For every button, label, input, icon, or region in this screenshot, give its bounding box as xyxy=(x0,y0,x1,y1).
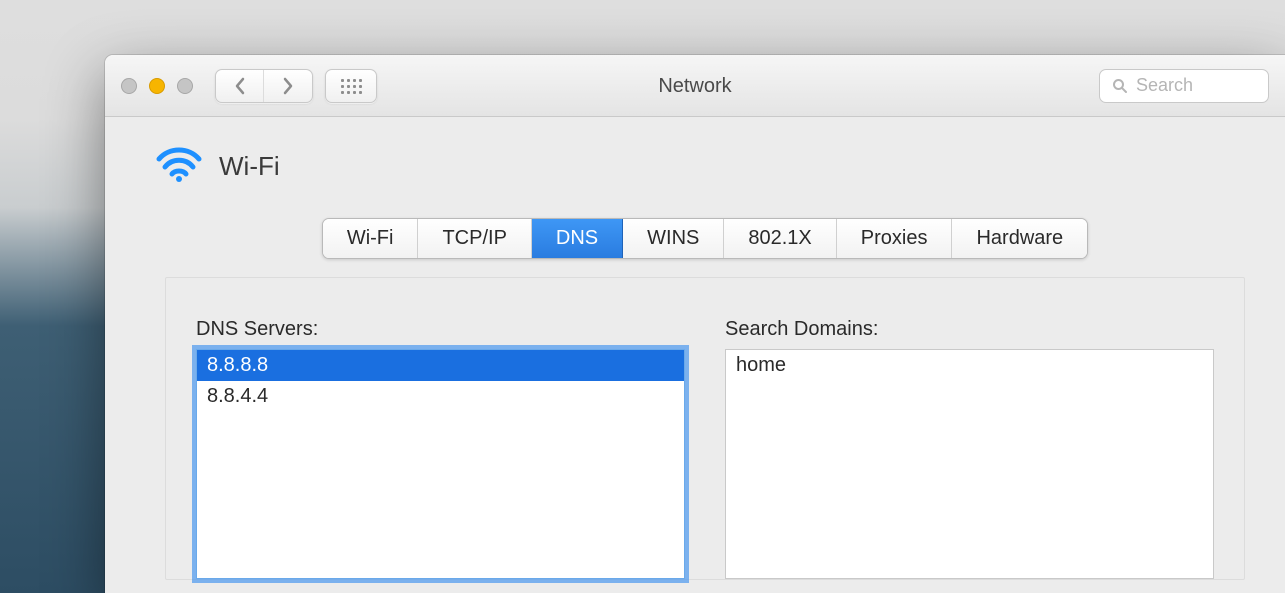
titlebar: Network Search xyxy=(105,55,1285,117)
dns-servers-list[interactable]: 8.8.8.88.8.4.4 xyxy=(196,349,685,579)
segmented-control: Wi-FiTCP/IPDNSWINS802.1XProxiesHardware xyxy=(322,218,1088,259)
dns-server-row[interactable]: 8.8.4.4 xyxy=(197,381,684,412)
grid-icon xyxy=(341,79,361,93)
tab-wi-fi[interactable]: Wi-Fi xyxy=(323,219,419,258)
zoom-button[interactable] xyxy=(177,78,193,94)
back-button[interactable] xyxy=(216,70,264,102)
minimize-button[interactable] xyxy=(149,78,165,94)
tab-802-1x[interactable]: 802.1X xyxy=(724,219,836,258)
tab-dns[interactable]: DNS xyxy=(532,219,623,258)
tab-proxies[interactable]: Proxies xyxy=(837,219,953,258)
dns-server-row[interactable]: 8.8.8.8 xyxy=(197,350,684,381)
desktop-photo-figure xyxy=(865,0,1115,50)
tab-tcp-ip[interactable]: TCP/IP xyxy=(418,219,531,258)
content: Wi-Fi Wi-FiTCP/IPDNSWINS802.1XProxiesHar… xyxy=(105,117,1285,580)
tab-bar: Wi-FiTCP/IPDNSWINS802.1XProxiesHardware xyxy=(165,218,1245,259)
window-controls xyxy=(121,78,193,94)
search-input[interactable]: Search xyxy=(1099,69,1269,103)
forward-button[interactable] xyxy=(264,70,312,102)
search-domain-row[interactable]: home xyxy=(726,350,1213,381)
search-placeholder: Search xyxy=(1136,75,1193,96)
search-domains-list[interactable]: home xyxy=(725,349,1214,579)
tab-wins[interactable]: WINS xyxy=(623,219,724,258)
search-domains-label: Search Domains: xyxy=(725,318,1214,341)
interface-header: Wi-Fi xyxy=(155,145,1245,188)
chevron-right-icon xyxy=(282,77,294,95)
show-all-button[interactable] xyxy=(325,69,377,103)
nav-buttons xyxy=(215,69,313,103)
dns-servers-label: DNS Servers: xyxy=(196,318,685,341)
tab-hardware[interactable]: Hardware xyxy=(952,219,1087,258)
preferences-window: Network Search Wi-Fi Wi-FiTCP/IPDNSWINS8… xyxy=(105,55,1285,593)
wifi-icon xyxy=(155,145,203,188)
chevron-left-icon xyxy=(234,77,246,95)
search-icon xyxy=(1112,78,1128,94)
dns-panel: DNS Servers: 8.8.8.88.8.4.4 Search Domai… xyxy=(165,277,1245,580)
close-button[interactable] xyxy=(121,78,137,94)
interface-name: Wi-Fi xyxy=(219,151,280,182)
